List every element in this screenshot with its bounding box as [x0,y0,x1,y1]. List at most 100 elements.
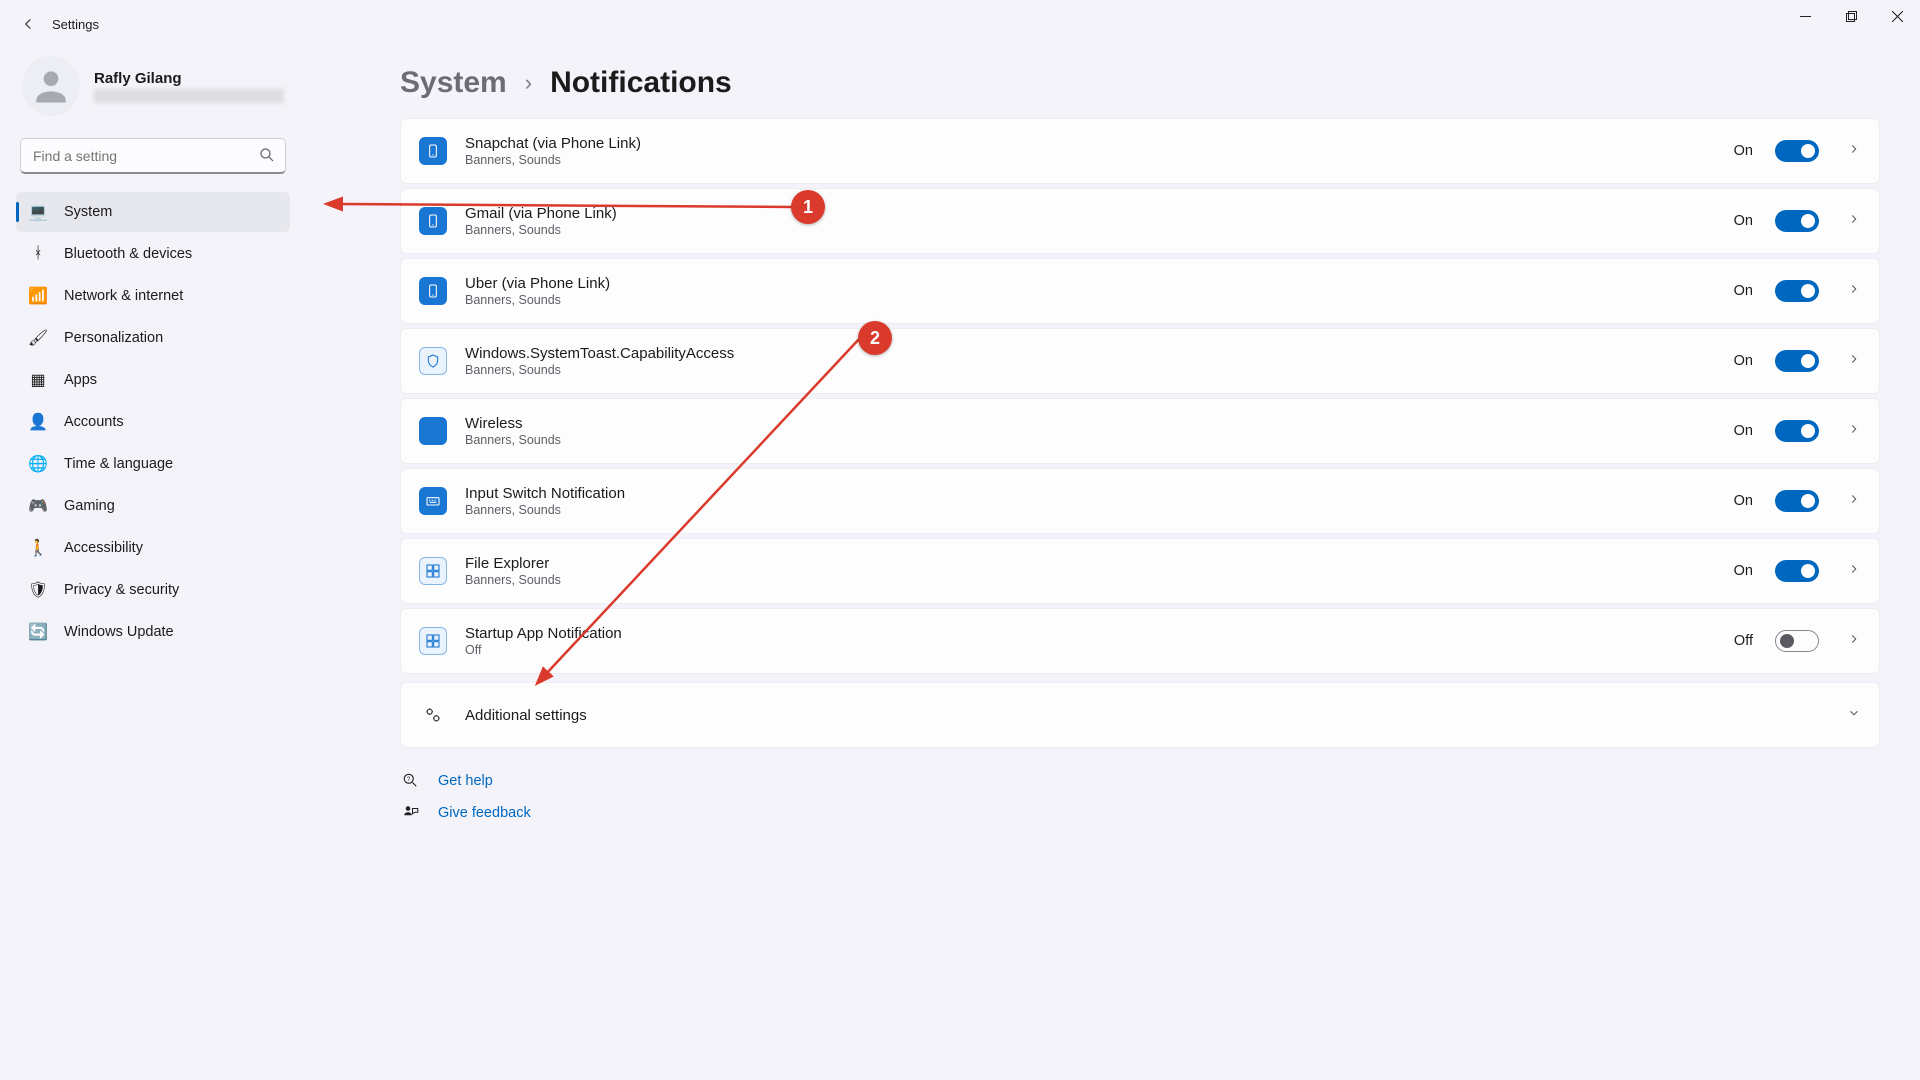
app-row[interactable]: Gmail (via Phone Link)Banners, Sounds On [400,188,1880,254]
app-name: Gmail (via Phone Link) [465,205,1716,222]
help-links: ? Get help Give feedback [400,772,1880,822]
gears-icon [419,701,447,729]
app-name: Uber (via Phone Link) [465,275,1716,292]
chevron-right-icon [1847,422,1861,441]
nav-icon: 🌐 [28,454,48,474]
app-row[interactable]: WirelessBanners, SoundsOn [400,398,1880,464]
nav-label: Accessibility [64,540,143,556]
sidebar-item-windows-update[interactable]: 🔄Windows Update [16,612,290,652]
nav-icon: 🚶 [28,538,48,558]
sidebar-item-apps[interactable]: ▦Apps [16,360,290,400]
nav-label: Network & internet [64,288,183,304]
chevron-right-icon [1847,282,1861,301]
app-row[interactable]: Uber (via Phone Link)Banners, Sounds On [400,258,1880,324]
toggle-state-label: On [1734,423,1753,439]
arrow-left-icon [19,15,37,33]
window-controls [1782,0,1920,32]
nav-icon: 🛡 [28,580,48,600]
toggle-switch[interactable] [1775,420,1819,442]
toggle-switch[interactable] [1775,140,1819,162]
toggle-state-label: On [1734,493,1753,509]
close-icon [1892,11,1903,22]
profile-email-blurred [94,89,284,103]
chevron-right-icon [1847,212,1861,231]
sidebar-item-personalization[interactable]: 🖌Personalization [16,318,290,358]
toggle-state-label: Off [1734,633,1753,649]
app-subtitle: Banners, Sounds [465,153,1716,167]
sidebar-item-bluetooth-devices[interactable]: ᚼ Bluetooth & devices [16,234,290,274]
toggle-switch[interactable] [1775,630,1819,652]
sidebar-item-accounts[interactable]: 👤Accounts [16,402,290,442]
sidebar-item-privacy-security[interactable]: 🛡 Privacy & security [16,570,290,610]
nav-label: Bluetooth & devices [64,246,192,262]
nav-icon: ᚼ [28,244,48,264]
search-box[interactable] [20,138,286,174]
toggle-switch[interactable] [1775,280,1819,302]
app-row[interactable]: Startup App NotificationOffOff [400,608,1880,674]
chevron-right-icon [1847,562,1861,581]
back-button[interactable] [8,4,48,44]
sidebar-item-gaming[interactable]: 🎮 Gaming [16,486,290,526]
sidebar-item-system[interactable]: 💻System [16,192,290,232]
chevron-right-icon [1847,492,1861,511]
additional-settings-row[interactable]: Additional settings [400,682,1880,748]
maximize-icon [1846,11,1857,22]
search-icon [258,146,276,169]
chevron-down-icon [1847,706,1861,725]
nav-list: 💻System ᚼ Bluetooth & devices 📶 Network & in… [16,192,290,652]
app-row[interactable]: Snapchat (via Phone Link)Banners, Sounds… [400,118,1880,184]
app-name: Input Switch Notification [465,485,1716,502]
app-subtitle: Banners, Sounds [465,223,1716,237]
sidebar-item-network-internet[interactable]: 📶 Network & internet [16,276,290,316]
app-icon [419,417,447,445]
nav-icon: 🖌 [28,328,48,348]
toggle-switch[interactable] [1775,210,1819,232]
app-icon [419,207,447,235]
app-subtitle: Off [465,643,1716,657]
app-icon [419,277,447,305]
toggle-state-label: On [1734,213,1753,229]
minimize-icon [1800,11,1811,22]
app-name: Wireless [465,415,1716,432]
app-row[interactable]: File ExplorerBanners, SoundsOn [400,538,1880,604]
toggle-state-label: On [1734,143,1753,159]
nav-label: Apps [64,372,97,388]
app-row[interactable]: Windows.SystemToast.CapabilityAccessBann… [400,328,1880,394]
nav-label: Time & language [64,456,173,472]
nav-label: Gaming [64,498,115,514]
toggle-switch[interactable] [1775,490,1819,512]
app-name: Windows.SystemToast.CapabilityAccess [465,345,1716,362]
toggle-state-label: On [1734,563,1753,579]
app-subtitle: Banners, Sounds [465,293,1716,307]
breadcrumb-parent[interactable]: System [400,66,507,100]
close-button[interactable] [1874,0,1920,32]
nav-label: System [64,204,112,220]
app-icon [419,627,447,655]
get-help-link[interactable]: Get help [438,773,493,789]
content-pane: System › Notifications Snapchat (via Pho… [300,48,1920,1080]
app-subtitle: Banners, Sounds [465,573,1716,587]
titlebar: Settings [0,0,1920,48]
sidebar-item-accessibility[interactable]: 🚶 Accessibility [16,528,290,568]
nav-icon: 📶 [28,286,48,306]
nav-label: Privacy & security [64,582,179,598]
toggle-switch[interactable] [1775,350,1819,372]
nav-icon: 🎮 [28,496,48,516]
toggle-state-label: On [1734,353,1753,369]
search-input[interactable] [20,138,286,174]
profile-block[interactable]: Rafly Gilang [16,48,290,132]
maximize-button[interactable] [1828,0,1874,32]
app-name: Snapchat (via Phone Link) [465,135,1716,152]
toggle-switch[interactable] [1775,560,1819,582]
minimize-button[interactable] [1782,0,1828,32]
sidebar: Rafly Gilang 💻System ᚼ Bluetooth & devices… [0,48,300,1080]
scrollbar[interactable] [1914,48,1918,1080]
sidebar-item-time-language[interactable]: 🌐 Time & language [16,444,290,484]
app-icon [419,347,447,375]
app-row[interactable]: Input Switch NotificationBanners, Sounds… [400,468,1880,534]
give-feedback-link[interactable]: Give feedback [438,805,531,821]
additional-settings-label: Additional settings [465,707,1829,724]
toggle-state-label: On [1734,283,1753,299]
profile-name: Rafly Gilang [94,70,284,87]
app-icon [419,487,447,515]
